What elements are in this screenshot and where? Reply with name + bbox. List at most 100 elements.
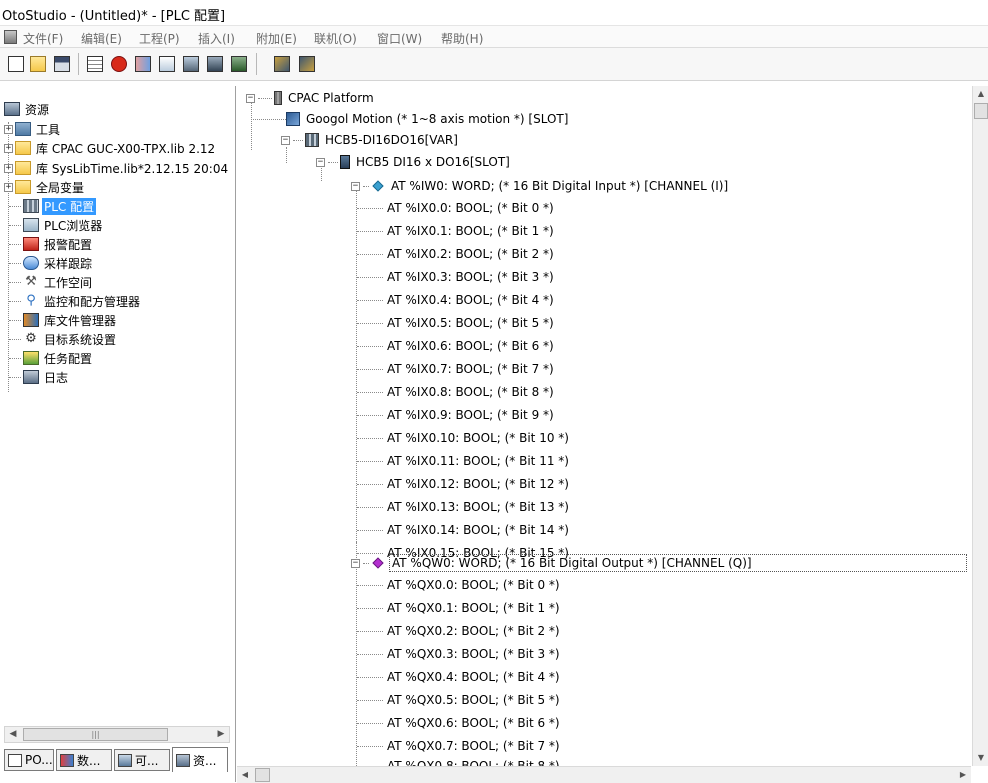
config-horizontal-scrollbar[interactable]: ◀ ▶ [237, 766, 971, 783]
scroll-thumb[interactable] [974, 103, 988, 119]
save-icon[interactable] [52, 54, 72, 74]
tree-node-platform[interactable]: − CPAC Platform [246, 89, 376, 107]
config-a-icon[interactable] [272, 54, 292, 74]
scroll-thumb[interactable] [255, 768, 270, 782]
tree-node-output-bit[interactable]: AT %QX0.5: BOOL; (* Bit 5 *) [357, 691, 562, 709]
import-icon[interactable] [157, 54, 177, 74]
tree-item-library-manager[interactable]: 库文件管理器 [23, 311, 118, 329]
tab-visualization[interactable]: 可... [114, 749, 170, 771]
tree-node-hcb5-module[interactable]: − HCB5-DI16DO16[VAR] [281, 131, 460, 149]
scroll-right-icon[interactable]: ▶ [955, 767, 971, 783]
scroll-left-icon[interactable]: ◀ [5, 727, 21, 742]
expand-icon[interactable]: + [4, 124, 13, 134]
tree-node-output-bit[interactable]: AT %QX0.4: BOOL; (* Bit 4 *) [357, 668, 562, 686]
tree-item-alarm-config[interactable]: 报警配置 [23, 235, 94, 253]
tree-node-input-bit[interactable]: AT %IX0.9: BOOL; (* Bit 9 *) [357, 406, 556, 424]
tree-node-output-bit[interactable]: AT %QX0.6: BOOL; (* Bit 6 *) [357, 714, 562, 732]
tree-item-sampling-trace[interactable]: 采样跟踪 [23, 254, 94, 272]
tree-node-input-bit[interactable]: AT %IX0.12: BOOL; (* Bit 12 *) [357, 475, 571, 493]
menu-file[interactable]: 文件(F) [23, 30, 63, 47]
folder-icon [15, 161, 31, 175]
config-b-icon[interactable] [297, 54, 317, 74]
expand-icon[interactable]: + [4, 182, 13, 192]
tree-node-input-bit[interactable]: AT %IX0.4: BOOL; (* Bit 4 *) [357, 291, 556, 309]
menu-insert[interactable]: 插入(I) [198, 30, 235, 47]
tree-node-input-bit[interactable]: AT %IX0.0: BOOL; (* Bit 0 *) [357, 199, 556, 217]
tree-node-input-bit[interactable]: AT %IX0.7: BOOL; (* Bit 7 *) [357, 360, 556, 378]
tree-node-input-channel[interactable]: − AT %IW0: WORD; (* 16 Bit Digital Input… [351, 177, 730, 195]
collapse-icon[interactable]: − [351, 181, 360, 191]
open-icon[interactable] [28, 54, 48, 74]
tab-resources[interactable]: 资... [172, 747, 228, 772]
tree-node-hcb5-slot[interactable]: − HCB5 DI16 x DO16[SLOT] [316, 153, 512, 171]
tab-pou[interactable]: PO... [4, 749, 54, 771]
monitor-icon[interactable] [229, 54, 249, 74]
system-menu-icon[interactable] [4, 30, 17, 44]
collapse-icon[interactable]: − [281, 135, 290, 145]
tree-item-lib-syslibtime[interactable]: + 库 SysLibTime.lib*2.12.15 20:04 [4, 159, 230, 177]
workspace-icon: ⚒ [25, 274, 37, 289]
tree-item-global-variables[interactable]: + 全局变量 [4, 178, 86, 196]
magnifier-icon: ⚲ [26, 293, 36, 308]
tree-item-tools[interactable]: + 工具 [4, 120, 62, 138]
compile-icon[interactable] [85, 54, 105, 74]
tree-item-plc-config[interactable]: PLC 配置 [23, 197, 97, 215]
tree-node-input-bit[interactable]: AT %IX0.5: BOOL; (* Bit 5 *) [357, 314, 556, 332]
export-icon[interactable] [181, 54, 201, 74]
tree-node-input-bit[interactable]: AT %IX0.1: BOOL; (* Bit 1 *) [357, 222, 556, 240]
menu-help[interactable]: 帮助(H) [441, 30, 483, 47]
scroll-down-icon[interactable]: ▼ [973, 750, 988, 766]
tree-item-log[interactable]: 日志 [23, 368, 70, 386]
tree-node-input-bit[interactable]: AT %IX0.13: BOOL; (* Bit 13 *) [357, 498, 571, 516]
collapse-icon[interactable]: − [316, 157, 325, 167]
tree-item-task-config[interactable]: 任务配置 [23, 349, 94, 367]
left-horizontal-scrollbar[interactable]: ◀ ||| ▶ [4, 726, 230, 743]
tree-node-output-bit[interactable]: AT %QX0.8: BOOL; (* Bit 8 *) [357, 757, 562, 766]
collapse-icon[interactable]: − [246, 93, 255, 103]
tree-node-input-bit[interactable]: AT %IX0.8: BOOL; (* Bit 8 *) [357, 383, 556, 401]
pou-icon [8, 753, 22, 767]
new-icon[interactable] [6, 54, 26, 74]
log-icon [23, 370, 39, 384]
tree-root-resources[interactable]: 资源 [4, 100, 51, 118]
tree-item-plc-browser[interactable]: PLC浏览器 [23, 216, 104, 234]
collapse-icon[interactable]: − [351, 558, 360, 568]
tree-node-output-bit[interactable]: AT %QX0.3: BOOL; (* Bit 3 *) [357, 645, 562, 663]
tree-node-output-channel[interactable]: − AT %QW0: WORD; (* 16 Bit Digital Outpu… [351, 554, 967, 572]
tree-node-input-bit[interactable]: AT %IX0.6: BOOL; (* Bit 6 *) [357, 337, 556, 355]
expand-icon[interactable]: + [4, 143, 13, 153]
tree-item-target-settings[interactable]: ⚙ 目标系统设置 [23, 330, 118, 348]
login-icon[interactable] [133, 54, 153, 74]
network-icon[interactable] [205, 54, 225, 74]
menu-window[interactable]: 窗口(W) [377, 30, 422, 47]
tree-node-output-bit[interactable]: AT %QX0.2: BOOL; (* Bit 2 *) [357, 622, 562, 640]
stop-icon[interactable] [109, 54, 129, 74]
menu-project[interactable]: 工程(P) [139, 30, 180, 47]
tree-node-output-bit[interactable]: AT %QX0.7: BOOL; (* Bit 7 *) [357, 737, 562, 755]
tree-node-input-bit[interactable]: AT %IX0.10: BOOL; (* Bit 10 *) [357, 429, 571, 447]
scroll-up-icon[interactable]: ▲ [973, 86, 988, 102]
menu-online[interactable]: 联机(O) [314, 30, 357, 47]
library-icon [23, 313, 39, 327]
tree-item-workspace[interactable]: ⚒ 工作空间 [23, 273, 94, 291]
tab-data-types[interactable]: 数... [56, 749, 112, 771]
tree-node-input-bit[interactable]: AT %IX0.2: BOOL; (* Bit 2 *) [357, 245, 556, 263]
tree-node-googol-motion[interactable]: Googol Motion (* 1~8 axis motion *) [SLO… [286, 110, 570, 128]
tree-node-output-bit[interactable]: AT %QX0.0: BOOL; (* Bit 0 *) [357, 576, 562, 594]
tree-node-input-bit[interactable]: AT %IX0.11: BOOL; (* Bit 11 *) [357, 452, 571, 470]
menu-edit[interactable]: 编辑(E) [81, 30, 122, 47]
window-title: OtoStudio - (Untitled)* - [PLC 配置] [2, 9, 226, 24]
scroll-left-icon[interactable]: ◀ [237, 767, 253, 783]
tree-node-input-bit[interactable]: AT %IX0.14: BOOL; (* Bit 14 *) [357, 521, 571, 539]
expand-icon[interactable]: + [4, 163, 13, 173]
tree-item-lib-cpac[interactable]: + 库 CPAC GUC-X00-TPX.lib 2.12 [4, 139, 217, 157]
scroll-thumb[interactable]: ||| [23, 728, 168, 741]
menu-extras[interactable]: 附加(E) [256, 30, 297, 47]
scroll-right-icon[interactable]: ▶ [213, 727, 229, 742]
config-vertical-scrollbar[interactable]: ▲ ▼ [972, 86, 988, 766]
folder-icon [15, 180, 31, 194]
tree-node-output-bit[interactable]: AT %QX0.1: BOOL; (* Bit 1 *) [357, 599, 562, 617]
task-icon [23, 351, 39, 365]
tree-item-watch-recipe-manager[interactable]: ⚲ 监控和配方管理器 [23, 292, 142, 310]
tree-node-input-bit[interactable]: AT %IX0.3: BOOL; (* Bit 3 *) [357, 268, 556, 286]
